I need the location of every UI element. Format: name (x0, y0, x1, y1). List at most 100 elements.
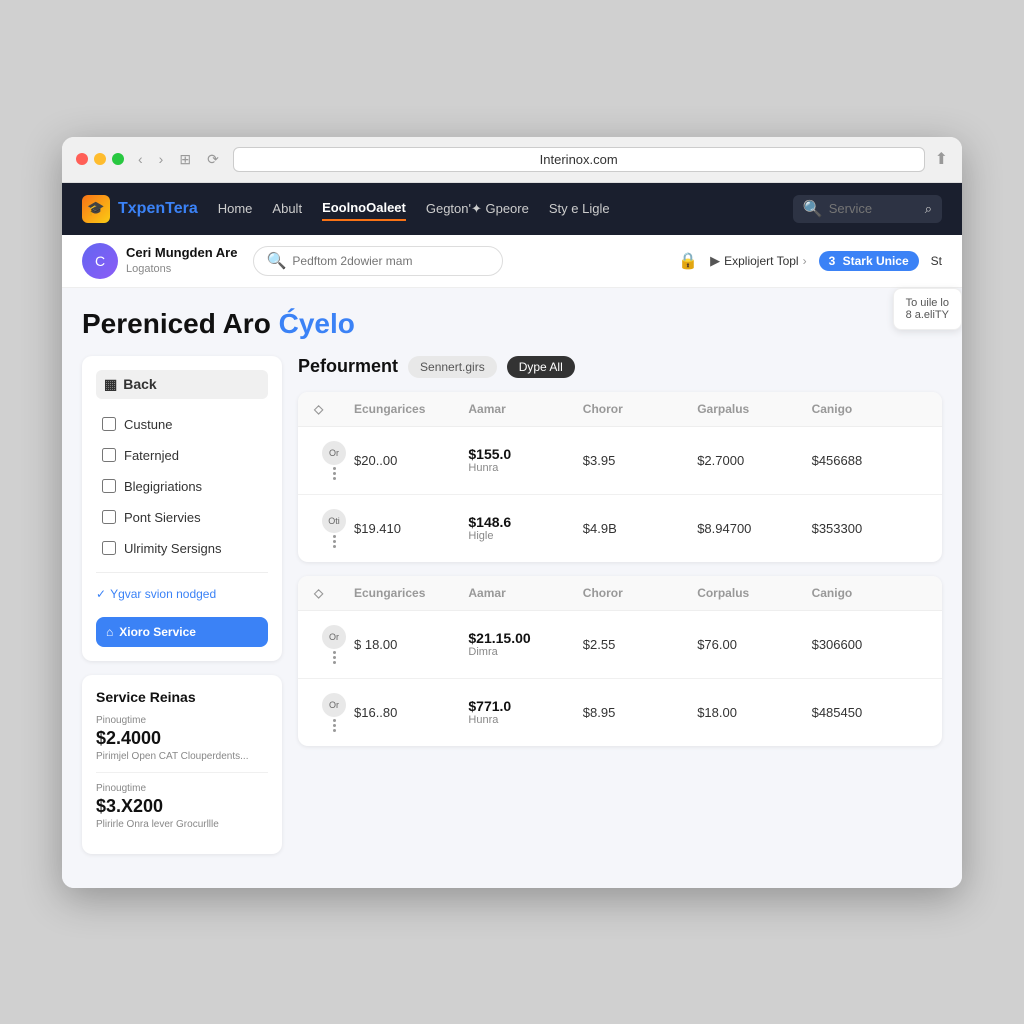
back-button[interactable]: ▦ Back (96, 370, 268, 399)
th-icon: ◇ (314, 402, 354, 416)
cell-choror-1-0: $3.95 (583, 453, 697, 468)
cell-ecungarices-1-1: $19.410 (354, 521, 468, 536)
filter-ulrimity-label: Ulrimity Sersigns (124, 541, 222, 556)
cell-canigo-2-0: $306600 (812, 637, 926, 652)
sub-nav: C Ceri Mungden Are Logatons 🔍 🔒 ▶ Explio… (62, 235, 962, 288)
filter-custune-label: Custune (124, 417, 172, 432)
dot (333, 545, 336, 548)
filter-pont-checkbox[interactable] (102, 510, 116, 524)
minimize-button[interactable] (94, 153, 106, 165)
session-label: Ygvar svion nodged (110, 587, 216, 601)
rating-label-1: Pinougtime (96, 715, 268, 726)
filter-blegigriations[interactable]: Blegigriations (96, 471, 268, 502)
nav-sty[interactable]: Sty e Ligle (549, 197, 610, 220)
cell-aamar-sub-4: Hunra (468, 714, 582, 726)
table-row: Or $20..00 $155.0 Hunra $3.9 (298, 427, 942, 495)
grid-icon: ▦ (104, 376, 117, 393)
main-content: Pereniced Aro Ćyelo To uile lo 8 a.eliTY… (62, 288, 962, 888)
forward-nav-button[interactable]: › (155, 149, 168, 169)
dot (333, 729, 336, 732)
row-icon-circle: Or (322, 441, 346, 465)
cell-ecungarices-2-0: $ 18.00 (354, 637, 468, 652)
section-title: Pefourment (298, 356, 398, 377)
rating-label-2: Pinougtime (96, 783, 268, 794)
dot (333, 477, 336, 480)
filter-blegigriations-checkbox[interactable] (102, 479, 116, 493)
nav-home[interactable]: Home (218, 197, 253, 220)
row-dots-menu-4[interactable] (333, 719, 336, 732)
th-aamar-1: Aamar (468, 402, 582, 416)
section-header: Pefourment Sennert.girs Dype All (298, 356, 942, 378)
logo-text: TxpenTera (118, 200, 198, 218)
dot (333, 467, 336, 470)
row-icon-circle-4: Or (322, 693, 346, 717)
nav-gegton[interactable]: Gegton'✦ Gpeore (426, 197, 529, 221)
share-icon[interactable]: ⬆ (935, 149, 948, 169)
sub-search[interactable]: 🔍 (253, 246, 503, 276)
xoro-service-label: Xioro Service (119, 625, 196, 639)
stark-badge[interactable]: 3 Stark Unice (819, 251, 919, 271)
cell-aamar-bold: $155.0 (468, 446, 582, 462)
nav-search-input[interactable] (829, 201, 919, 216)
pill-sennert[interactable]: Sennert.girs (408, 356, 497, 378)
th-aamar-2: Aamar (468, 586, 582, 600)
cell-ecungarices-2-1: $16..80 (354, 705, 468, 720)
user-sub: Logatons (126, 262, 237, 276)
cell-aamar-sub-3: Dimra (468, 646, 582, 658)
filter-ulrimity-checkbox[interactable] (102, 541, 116, 555)
nav-eoolno[interactable]: EoolnoOaleet (322, 196, 406, 221)
page-title-highlight: Ćyelo (279, 308, 355, 339)
explore-label: Expliojert Topl (724, 254, 798, 268)
pill-dype[interactable]: Dype All (507, 356, 575, 378)
cell-choror-2-0: $2.55 (583, 637, 697, 652)
tab-icon: ⊞ (175, 149, 195, 170)
tooltip-line1: To uile lo (906, 297, 949, 309)
filter-ulrimity[interactable]: Ulrimity Sersigns (96, 533, 268, 564)
row-icon-circle-3: Or (322, 625, 346, 649)
dot (333, 540, 336, 543)
filter-pont[interactable]: Pont Siervies (96, 502, 268, 533)
nav-search[interactable]: 🔍 ⌕ (793, 195, 942, 223)
nav-abult[interactable]: Abult (272, 197, 302, 220)
table2-header: ◇ Ecungarices Aamar Choror Corpalus Cani… (298, 576, 942, 611)
filter-faternjed-checkbox[interactable] (102, 448, 116, 462)
nav-links: Home Abult EoolnoOaleet Gegton'✦ Gpeore … (218, 196, 773, 221)
filter-faternjed[interactable]: Faternjed (96, 440, 268, 471)
back-nav-button[interactable]: ‹ (134, 149, 147, 169)
cell-choror-1-1: $4.9B (583, 521, 697, 536)
th-choror-2: Choror (583, 586, 697, 600)
row-dots-menu-3[interactable] (333, 651, 336, 664)
service-ratings-title: Service Reinas (96, 689, 268, 705)
xoro-service-button[interactable]: ⌂ Xioro Service (96, 617, 268, 647)
dot (333, 661, 336, 664)
cell-aamar-sub: Hunra (468, 462, 582, 474)
filter-pont-label: Pont Siervies (124, 510, 201, 525)
close-button[interactable] (76, 153, 88, 165)
back-label: Back (123, 376, 156, 392)
row-dots-menu-2[interactable] (333, 535, 336, 548)
logo-icon: 🎓 (82, 195, 110, 223)
sidebar: ▦ Back Custune Faternjed Blegigriations (82, 356, 282, 854)
nav-search-submit[interactable]: ⌕ (925, 201, 932, 217)
explore-btn[interactable]: ▶ Expliojert Topl › (710, 253, 806, 269)
sub-search-input[interactable] (292, 254, 490, 268)
filter-custune[interactable]: Custune (96, 409, 268, 440)
cell-canigo-1-0: $456688 (812, 453, 926, 468)
filter-custune-checkbox[interactable] (102, 417, 116, 431)
nav-search-icon: 🔍 (803, 199, 823, 219)
row-dots-menu[interactable] (333, 467, 336, 480)
reload-icon[interactable]: ⟳ (203, 149, 223, 170)
maximize-button[interactable] (112, 153, 124, 165)
cell-aamar-bold-4: $771.0 (468, 698, 582, 714)
your-session: ✓ Ygvar svion nodged (96, 581, 268, 607)
avatar: C (82, 243, 118, 279)
sub-search-icon: 🔍 (266, 251, 286, 271)
logo[interactable]: 🎓 TxpenTera (82, 195, 198, 223)
url-bar[interactable]: Interinox.com (233, 147, 925, 172)
table1-header: ◇ Ecungarices Aamar Choror Garpalus Cani… (298, 392, 942, 427)
dot (333, 472, 336, 475)
user-details: Ceri Mungden Are Logatons (126, 245, 237, 276)
dot (333, 656, 336, 659)
cell-garpalus-2-0: $76.00 (697, 637, 811, 652)
table-row: Oti $19.410 $148.6 Higle $4. (298, 495, 942, 562)
